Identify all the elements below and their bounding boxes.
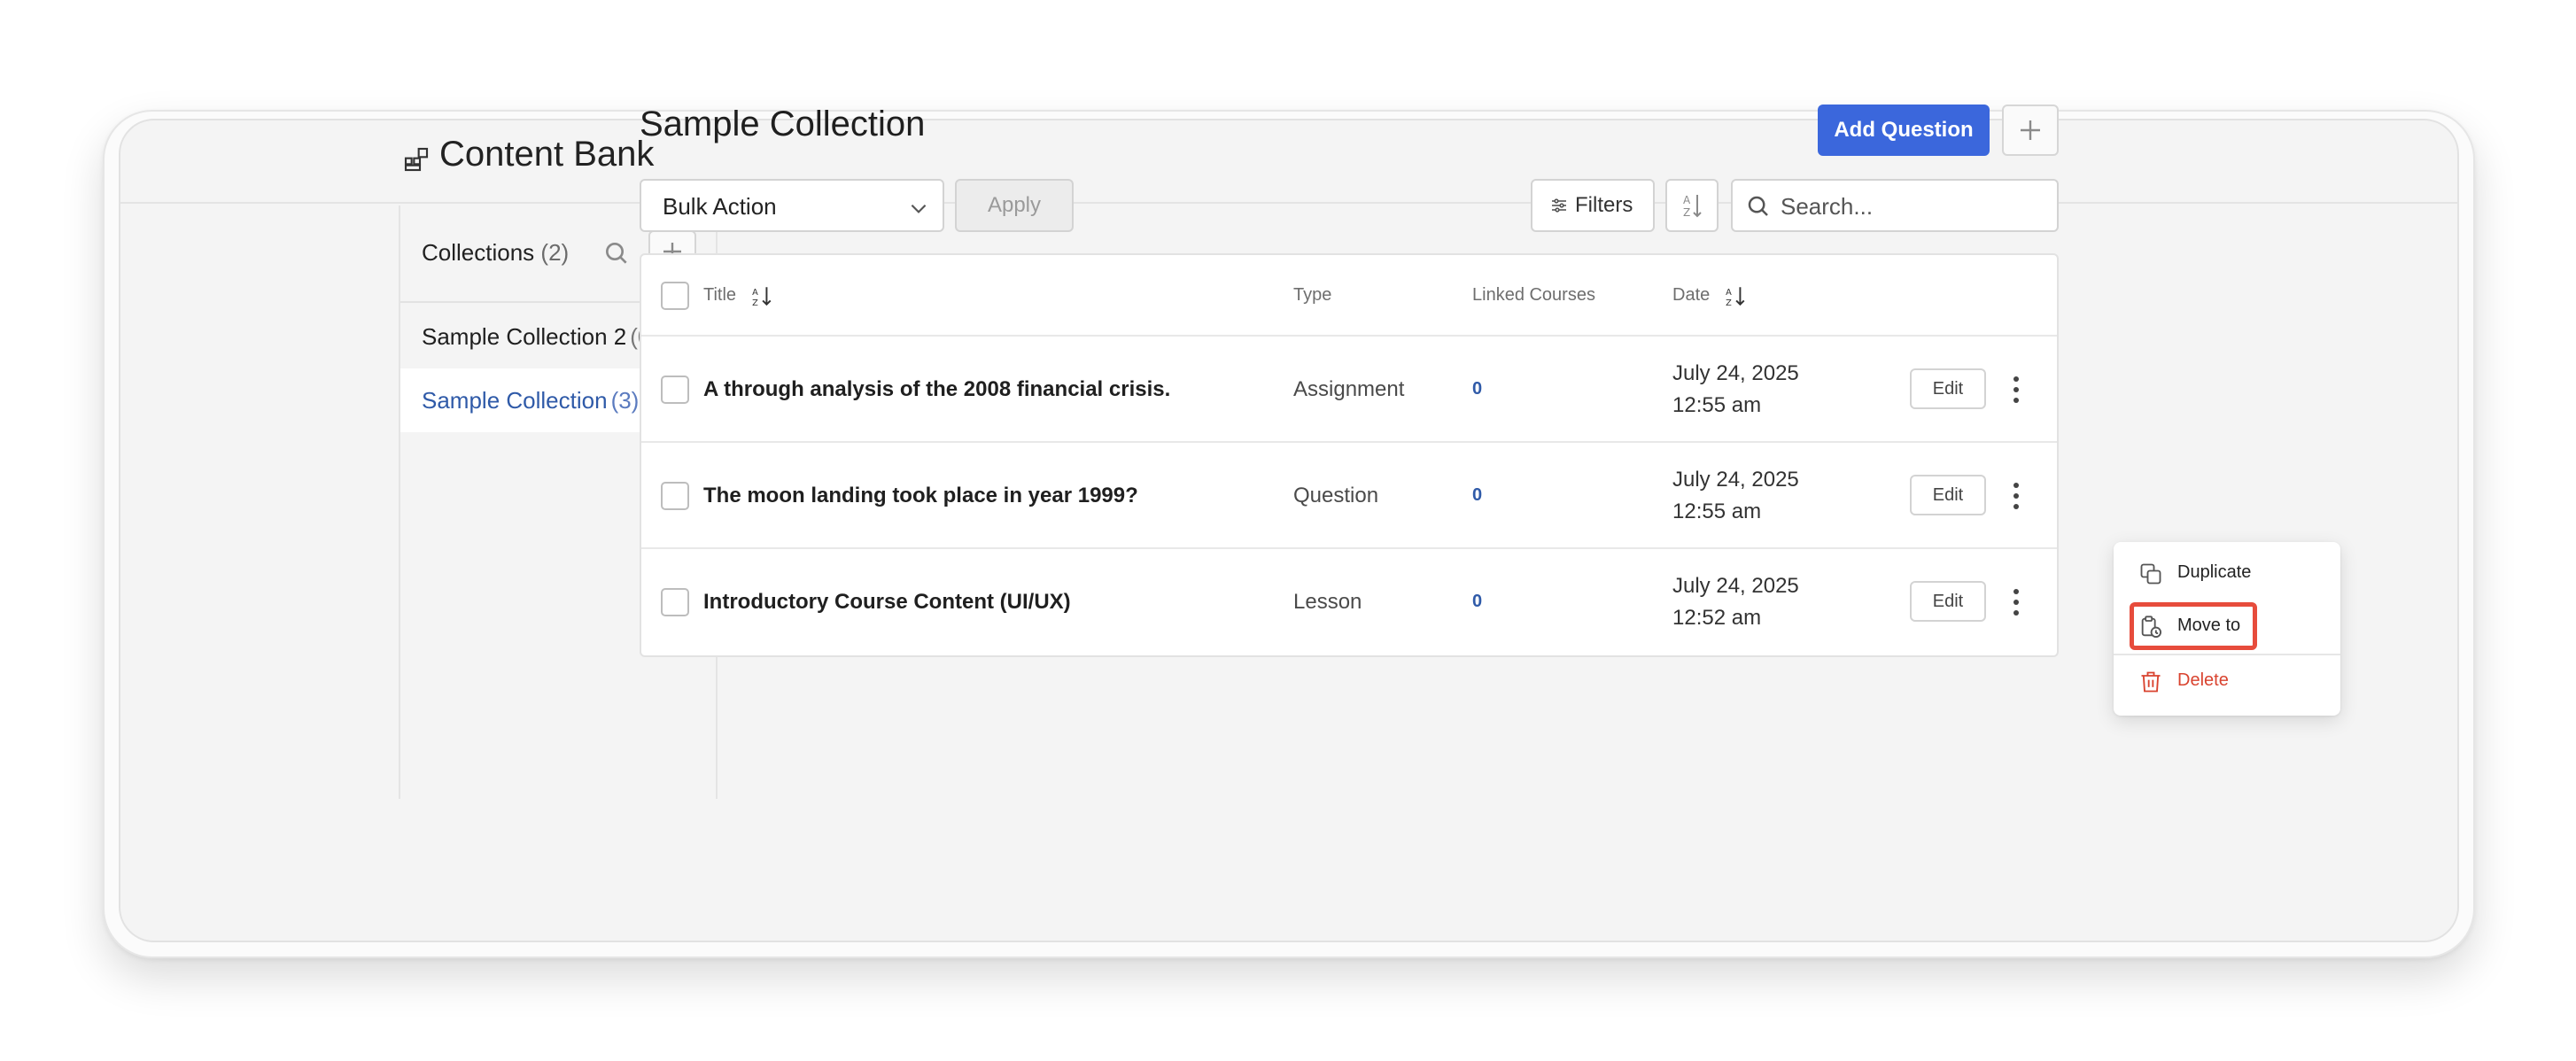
row-checkbox[interactable]: [661, 482, 689, 510]
row-type: Assignment: [1293, 377, 1405, 401]
row-date-day: July 24, 2025: [1672, 361, 1799, 385]
chevron-down-icon: [911, 204, 927, 213]
select-all-checkbox[interactable]: [661, 282, 689, 310]
sort-icon[interactable]: A Z: [1724, 284, 1747, 307]
bulk-action-value: Bulk Action: [663, 193, 777, 220]
bulk-action-select[interactable]: Bulk Action: [640, 179, 944, 232]
column-date-label: Date: [1672, 285, 1711, 305]
sidebar-item-label: Sample Collection: [422, 387, 608, 414]
row-linked-courses[interactable]: 0: [1472, 379, 1482, 399]
row-date: July 24, 2025 12:55 am: [1672, 358, 1799, 422]
menu-item-delete[interactable]: Delete: [2114, 655, 2340, 709]
trash-icon: [2141, 671, 2161, 693]
row-checkbox[interactable]: [661, 588, 689, 616]
search-icon[interactable]: [602, 239, 631, 267]
column-header-date[interactable]: Date A Z: [1672, 255, 1747, 335]
svg-text:A: A: [1726, 288, 1732, 298]
collection-title: Sample Collection: [640, 105, 926, 143]
row-linked-courses[interactable]: 0: [1472, 592, 1482, 612]
row-linked-courses[interactable]: 0: [1472, 485, 1482, 506]
collections-label: Collections: [422, 239, 535, 266]
more-options-icon[interactable]: [2007, 478, 2025, 514]
edit-button[interactable]: Edit: [1910, 581, 1986, 622]
table-row: A through analysis of the 2008 financial…: [641, 337, 2057, 443]
search-icon: [1748, 196, 1768, 216]
svg-text:Z: Z: [752, 298, 758, 307]
search-input[interactable]: [1781, 190, 2046, 223]
svg-text:A: A: [1683, 194, 1691, 206]
row-date: July 24, 2025 12:55 am: [1672, 464, 1799, 528]
row-type: Question: [1293, 484, 1379, 507]
row-checkbox[interactable]: [661, 376, 689, 404]
svg-text:Z: Z: [1726, 298, 1732, 307]
table-header: Title A Z Type Linked Courses Date A Z: [641, 255, 2057, 337]
row-type: Lesson: [1293, 590, 1362, 614]
table-row: Introductory Course Content (UI/UX) Less…: [641, 549, 2057, 655]
apply-button[interactable]: Apply: [955, 179, 1074, 232]
row-date-day: July 24, 2025: [1672, 468, 1799, 492]
menu-item-duplicate[interactable]: Duplicate: [2114, 547, 2340, 600]
more-options-icon[interactable]: [2007, 585, 2025, 620]
row-title[interactable]: A through analysis of the 2008 financial…: [703, 377, 1170, 402]
filters-button[interactable]: Filters: [1531, 179, 1655, 232]
search-box[interactable]: [1731, 179, 2059, 232]
menu-item-label: Delete: [2177, 670, 2229, 690]
sidebar-item-count: (3): [610, 387, 640, 414]
sidebar-item-label: Sample Collection 2: [422, 323, 627, 350]
menu-item-label: Duplicate: [2177, 562, 2252, 582]
more-options-icon[interactable]: [2007, 372, 2025, 407]
sort-button[interactable]: A Z: [1665, 179, 1719, 232]
row-date-time: 12:52 am: [1672, 606, 1762, 630]
column-header-title[interactable]: Title A Z: [703, 255, 773, 335]
collections-count: (2): [540, 239, 570, 266]
column-header-linked-courses: Linked Courses: [1472, 285, 1595, 305]
move-to-highlight: [2130, 602, 2257, 650]
filter-icon: [1552, 198, 1566, 213]
duplicate-icon: [2140, 563, 2161, 585]
svg-text:A: A: [752, 288, 758, 298]
sort-icon: A Z: [1683, 194, 1702, 219]
content-bank-icon: [404, 147, 429, 172]
table-row: The moon landing took place in year 1999…: [641, 443, 2057, 549]
filters-label: Filters: [1575, 193, 1633, 217]
page-title: Content Bank: [439, 135, 655, 174]
add-question-button[interactable]: Add Question: [1818, 105, 1990, 156]
add-more-button[interactable]: [2002, 105, 2059, 156]
plus-icon: [2021, 120, 2040, 140]
row-date-time: 12:55 am: [1672, 393, 1762, 417]
row-title[interactable]: Introductory Course Content (UI/UX): [703, 590, 1071, 615]
row-title[interactable]: The moon landing took place in year 1999…: [703, 484, 1138, 508]
app-header: Content Bank: [120, 120, 2457, 204]
svg-text:Z: Z: [1683, 206, 1690, 219]
column-header-type: Type: [1293, 285, 1332, 305]
content-table: Title A Z Type Linked Courses Date A Z A…: [640, 253, 2059, 657]
row-date-day: July 24, 2025: [1672, 574, 1799, 598]
row-date: July 24, 2025 12:52 am: [1672, 570, 1799, 634]
column-title-label: Title: [703, 285, 737, 305]
edit-button[interactable]: Edit: [1910, 368, 1986, 409]
row-date-time: 12:55 am: [1672, 500, 1762, 523]
collections-heading: Collections (2): [422, 239, 569, 267]
sort-icon[interactable]: A Z: [750, 284, 773, 307]
edit-button[interactable]: Edit: [1910, 475, 1986, 515]
